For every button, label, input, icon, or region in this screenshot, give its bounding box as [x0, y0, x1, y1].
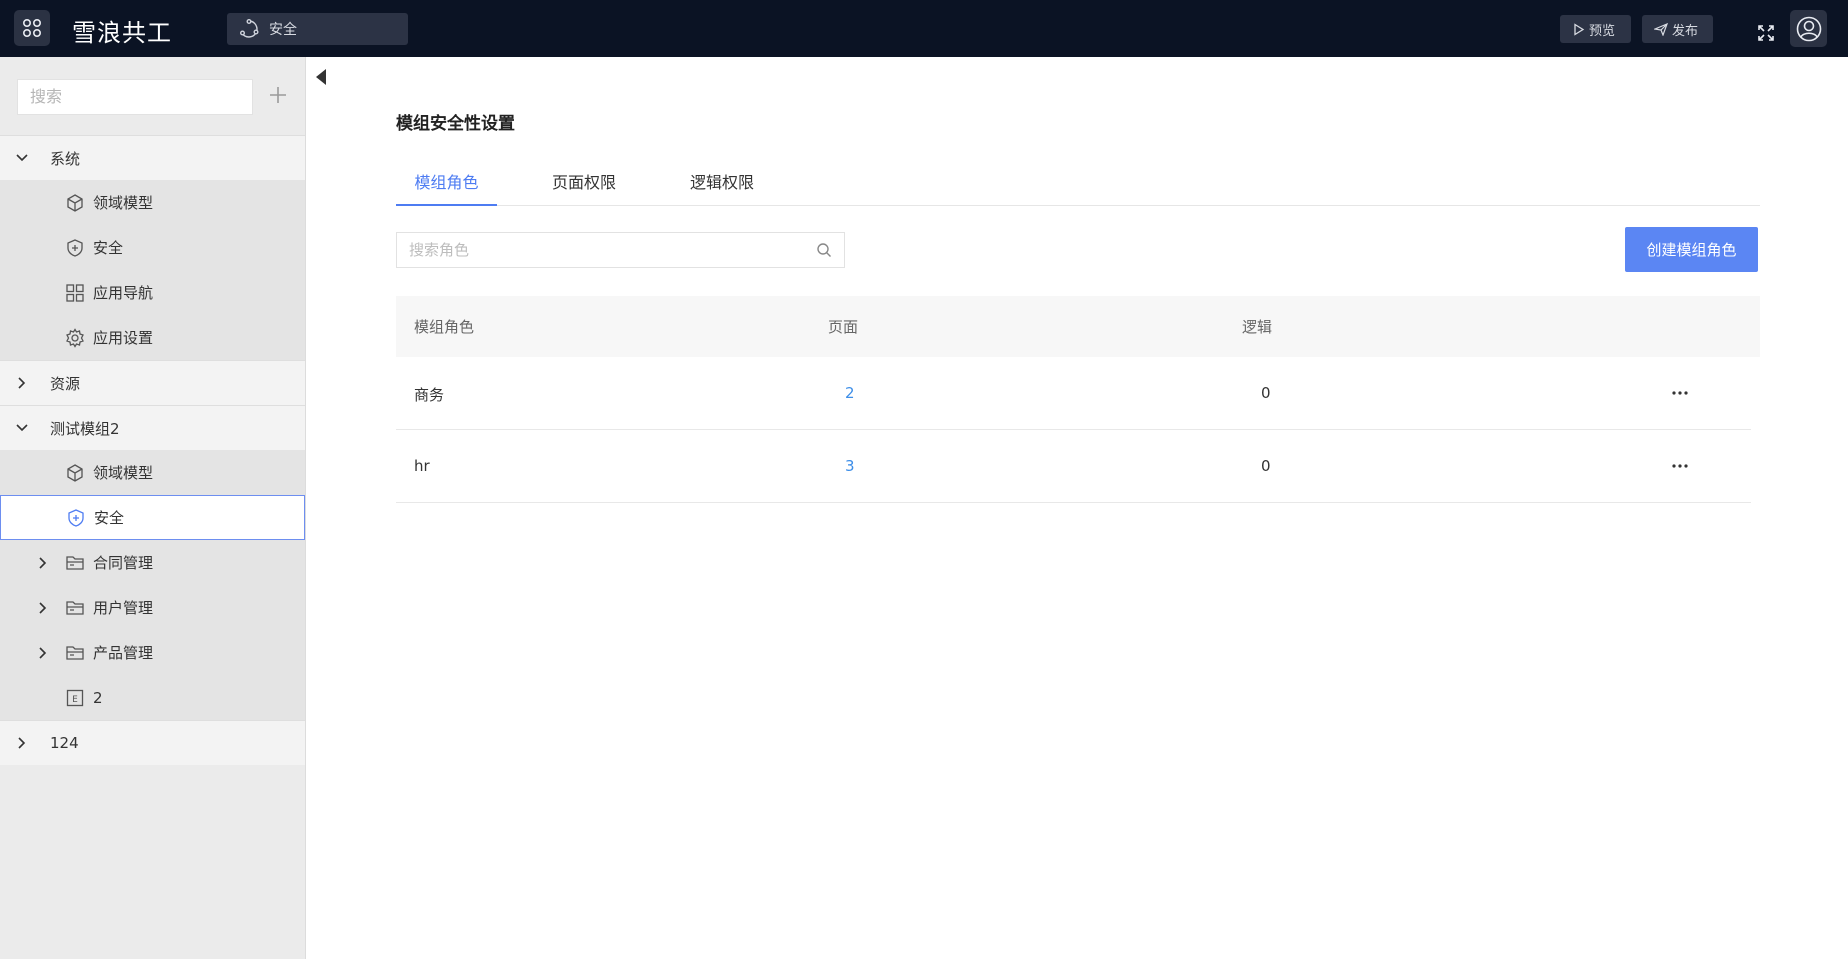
more-options-icon[interactable] — [1671, 463, 1689, 469]
module-icon — [240, 19, 259, 38]
tree-item-app-nav[interactable]: 应用导航 — [0, 270, 305, 315]
cube-icon — [67, 463, 83, 482]
tree-item-label: 系统 — [50, 149, 81, 168]
page-title: 模组安全性设置 — [396, 114, 515, 134]
chevron-right-icon[interactable] — [35, 600, 51, 616]
tab-module-roles[interactable]: 模组角色 — [396, 169, 497, 206]
shield-icon — [68, 508, 84, 527]
role-name: 商务 — [414, 386, 445, 404]
more-options-icon[interactable] — [1671, 390, 1689, 396]
column-header-logic: 逻辑 — [1242, 318, 1273, 336]
svg-text:E: E — [72, 695, 78, 705]
tree-item-label: 用户管理 — [93, 599, 154, 617]
grid-icon — [66, 283, 84, 302]
entity-icon: E — [66, 689, 84, 706]
table-header: 模组角色 页面 逻辑 — [396, 296, 1760, 357]
table-row: hr 3 0 — [396, 430, 1751, 503]
tree-item-security-selected[interactable]: 安全 — [0, 495, 305, 540]
folder-icon — [66, 600, 84, 615]
tree-item-domain-model[interactable]: 领域模型 — [0, 450, 305, 495]
app-grid-icon[interactable] — [14, 10, 50, 46]
sidebar-search-input[interactable]: 搜索 — [17, 79, 253, 115]
tree-item-system[interactable]: 系统 — [0, 135, 305, 180]
tree-item-entity-2[interactable]: E 2 — [0, 675, 305, 720]
app-title: 雪浪共工 — [72, 19, 172, 47]
tree-item-product-mgmt[interactable]: 产品管理 — [0, 630, 305, 675]
top-bar: 雪浪共工 安全 预览 发布 — [0, 0, 1848, 57]
tree-item-contract-mgmt[interactable]: 合同管理 — [0, 540, 305, 585]
collapse-sidebar-icon[interactable] — [314, 67, 328, 87]
tree-item-test-module[interactable]: 测试模组2 — [0, 405, 305, 450]
column-header-role: 模组角色 — [414, 318, 475, 336]
preview-button[interactable]: 预览 — [1560, 15, 1631, 43]
page-count-link[interactable]: 2 — [845, 384, 855, 402]
logic-count: 0 — [1261, 384, 1271, 402]
tree-item-label: 124 — [50, 734, 79, 752]
module-selector[interactable]: 安全 — [227, 13, 408, 45]
folder-icon — [66, 645, 84, 660]
folder-icon — [66, 555, 84, 570]
tree-item-security[interactable]: 安全 — [0, 225, 305, 270]
sidebar: 搜索 系统 领域模型 安全 应用导航 应用设置 资源 测试模组2 领域模型 安全… — [0, 57, 306, 959]
tree-item-label: 测试模组2 — [50, 419, 120, 438]
column-header-page: 页面 — [828, 318, 859, 336]
tree-item-label: 资源 — [50, 374, 81, 393]
tree-item-124[interactable]: 124 — [0, 720, 305, 765]
chevron-right-icon[interactable] — [14, 375, 30, 391]
chevron-right-icon[interactable] — [14, 735, 30, 751]
fullscreen-icon[interactable] — [1757, 24, 1775, 42]
search-icon[interactable] — [816, 242, 832, 258]
module-tree: 系统 领域模型 安全 应用导航 应用设置 资源 测试模组2 领域模型 安全 合同… — [0, 135, 305, 765]
create-module-role-button[interactable]: 创建模组角色 — [1625, 227, 1758, 272]
add-icon[interactable] — [266, 83, 290, 107]
tree-item-label: 安全 — [94, 509, 125, 527]
tree-item-resources[interactable]: 资源 — [0, 360, 305, 405]
chevron-right-icon[interactable] — [35, 645, 51, 661]
chevron-down-icon[interactable] — [14, 150, 30, 166]
roles-table: 模组角色 页面 逻辑 商务 2 0 hr 3 0 — [396, 296, 1760, 503]
gear-icon — [66, 327, 84, 348]
preview-label: 预览 — [1589, 23, 1616, 39]
table-row: 商务 2 0 — [396, 357, 1751, 430]
tree-item-label: 安全 — [93, 239, 124, 257]
logic-count: 0 — [1261, 457, 1271, 475]
role-search-input[interactable]: 搜索角色 — [396, 232, 845, 268]
tree-item-label: 产品管理 — [93, 644, 154, 662]
chevron-right-icon[interactable] — [35, 555, 51, 571]
role-search-placeholder: 搜索角色 — [409, 241, 470, 259]
tree-item-app-settings[interactable]: 应用设置 — [0, 315, 305, 360]
user-avatar[interactable] — [1790, 10, 1827, 47]
tab-bar: 模组角色 页面权限 逻辑权限 — [396, 153, 1760, 206]
shield-icon — [67, 238, 83, 257]
tree-item-domain-model[interactable]: 领域模型 — [0, 180, 305, 225]
tree-item-label: 2 — [93, 688, 103, 707]
page-count-link[interactable]: 3 — [845, 457, 855, 475]
cube-icon — [67, 193, 83, 212]
chevron-down-icon[interactable] — [14, 420, 30, 436]
tab-page-permissions[interactable]: 页面权限 — [552, 169, 616, 206]
tree-item-label: 应用导航 — [93, 284, 154, 302]
publish-label: 发布 — [1672, 23, 1699, 39]
tree-item-label: 领域模型 — [93, 464, 154, 482]
tree-item-label: 应用设置 — [93, 329, 154, 347]
tab-logic-permissions[interactable]: 逻辑权限 — [690, 169, 754, 206]
tree-item-user-mgmt[interactable]: 用户管理 — [0, 585, 305, 630]
user-icon — [1796, 16, 1821, 41]
module-label: 安全 — [269, 22, 297, 38]
send-icon — [1654, 22, 1668, 36]
tree-item-label: 领域模型 — [93, 194, 154, 212]
play-icon — [1574, 22, 1585, 36]
publish-button[interactable]: 发布 — [1642, 15, 1713, 43]
tree-item-label: 合同管理 — [93, 554, 154, 572]
role-name: hr — [414, 457, 430, 475]
